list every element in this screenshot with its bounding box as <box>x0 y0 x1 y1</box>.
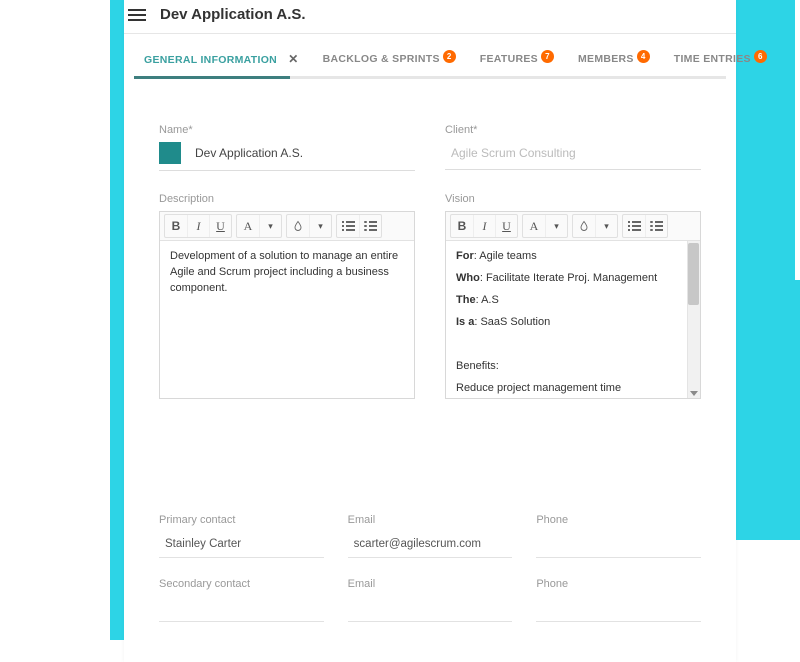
chevron-down-icon[interactable] <box>690 391 698 396</box>
badge: 2 <box>443 50 456 63</box>
secondary-email-input[interactable] <box>348 596 513 622</box>
client-label: Client* <box>445 124 701 136</box>
vision-label: Vision <box>445 193 701 205</box>
tabs: GENERAL INFORMATION ✕ BACKLOG & SPRINTS2… <box>124 42 736 76</box>
editor-toolbar: B I U A ▾ ▾ <box>446 212 700 241</box>
ordered-list-button[interactable] <box>337 215 359 237</box>
underline-button[interactable]: U <box>495 215 517 237</box>
close-icon[interactable]: ✕ <box>288 52 298 66</box>
italic-button[interactable]: I <box>473 215 495 237</box>
unordered-list-button[interactable] <box>645 215 667 237</box>
name-field <box>159 142 415 171</box>
phone-label: Phone <box>536 578 701 590</box>
tab-label: TIME ENTRIES <box>674 53 751 65</box>
ordered-list-button[interactable] <box>623 215 645 237</box>
contacts-section: Primary contact Stainley Carter Email sc… <box>124 399 736 558</box>
secondary-contact-input[interactable] <box>159 596 324 622</box>
tab-label: FEATURES <box>480 53 538 65</box>
tab-backlog-sprints[interactable]: BACKLOG & SPRINTS2 <box>313 43 470 76</box>
badge: 6 <box>754 50 767 63</box>
secondary-contact-label: Secondary contact <box>159 578 324 590</box>
phone-label: Phone <box>536 514 701 526</box>
menu-icon[interactable] <box>128 9 146 21</box>
vision-textarea[interactable]: For: Agile teams Who: Facilitate Iterate… <box>446 241 700 398</box>
font-color-button[interactable]: A <box>523 215 545 237</box>
client-input[interactable]: Agile Scrum Consulting <box>445 142 701 170</box>
contacts-section-2: Secondary contact Email Phone <box>124 578 736 622</box>
tab-label: BACKLOG & SPRINTS <box>323 53 440 65</box>
primary-phone-input[interactable] <box>536 532 701 558</box>
primary-email-input[interactable]: scarter@agilescrum.com <box>348 532 513 558</box>
color-swatch[interactable] <box>159 142 181 164</box>
tab-time-entries[interactable]: TIME ENTRIES6 <box>664 43 781 76</box>
badge: 7 <box>541 50 554 63</box>
tab-members[interactable]: MEMBERS4 <box>568 43 664 76</box>
description-textarea[interactable]: Development of a solution to manage an e… <box>160 241 414 398</box>
secondary-phone-input[interactable] <box>536 596 701 622</box>
tab-underline <box>134 76 726 79</box>
email-label: Email <box>348 578 513 590</box>
underline-button[interactable]: U <box>209 215 231 237</box>
vision-editor: B I U A ▾ ▾ <box>445 211 701 399</box>
description-label: Description <box>159 193 415 205</box>
name-input[interactable] <box>195 144 415 162</box>
primary-contact-input[interactable]: Stainley Carter <box>159 532 324 558</box>
form-area: Name* Client* Agile Scrum Consulting Des… <box>124 79 736 399</box>
chevron-down-icon[interactable]: ▾ <box>309 215 331 237</box>
header: Dev Application A.S. <box>124 0 736 34</box>
chevron-down-icon[interactable]: ▾ <box>259 215 281 237</box>
active-tab-indicator <box>134 76 290 79</box>
tab-label: GENERAL INFORMATION <box>144 54 277 66</box>
bold-button[interactable]: B <box>451 215 473 237</box>
chevron-down-icon[interactable]: ▾ <box>545 215 567 237</box>
chevron-down-icon[interactable]: ▾ <box>595 215 617 237</box>
tab-general-information[interactable]: GENERAL INFORMATION ✕ <box>134 42 313 76</box>
bold-button[interactable]: B <box>165 215 187 237</box>
page-title: Dev Application A.S. <box>160 6 306 23</box>
scrollbar[interactable] <box>687 241 700 398</box>
name-label: Name* <box>159 124 415 136</box>
italic-button[interactable]: I <box>187 215 209 237</box>
highlight-button[interactable] <box>287 215 309 237</box>
tab-label: MEMBERS <box>578 53 634 65</box>
highlight-button[interactable] <box>573 215 595 237</box>
tab-features[interactable]: FEATURES7 <box>470 43 568 76</box>
page: Dev Application A.S. GENERAL INFORMATION… <box>124 0 736 662</box>
email-label: Email <box>348 514 513 526</box>
font-color-button[interactable]: A <box>237 215 259 237</box>
primary-contact-label: Primary contact <box>159 514 324 526</box>
editor-toolbar: B I U A ▾ ▾ <box>160 212 414 241</box>
unordered-list-button[interactable] <box>359 215 381 237</box>
badge: 4 <box>637 50 650 63</box>
description-editor: B I U A ▾ ▾ <box>159 211 415 399</box>
scrollbar-thumb[interactable] <box>688 243 699 305</box>
